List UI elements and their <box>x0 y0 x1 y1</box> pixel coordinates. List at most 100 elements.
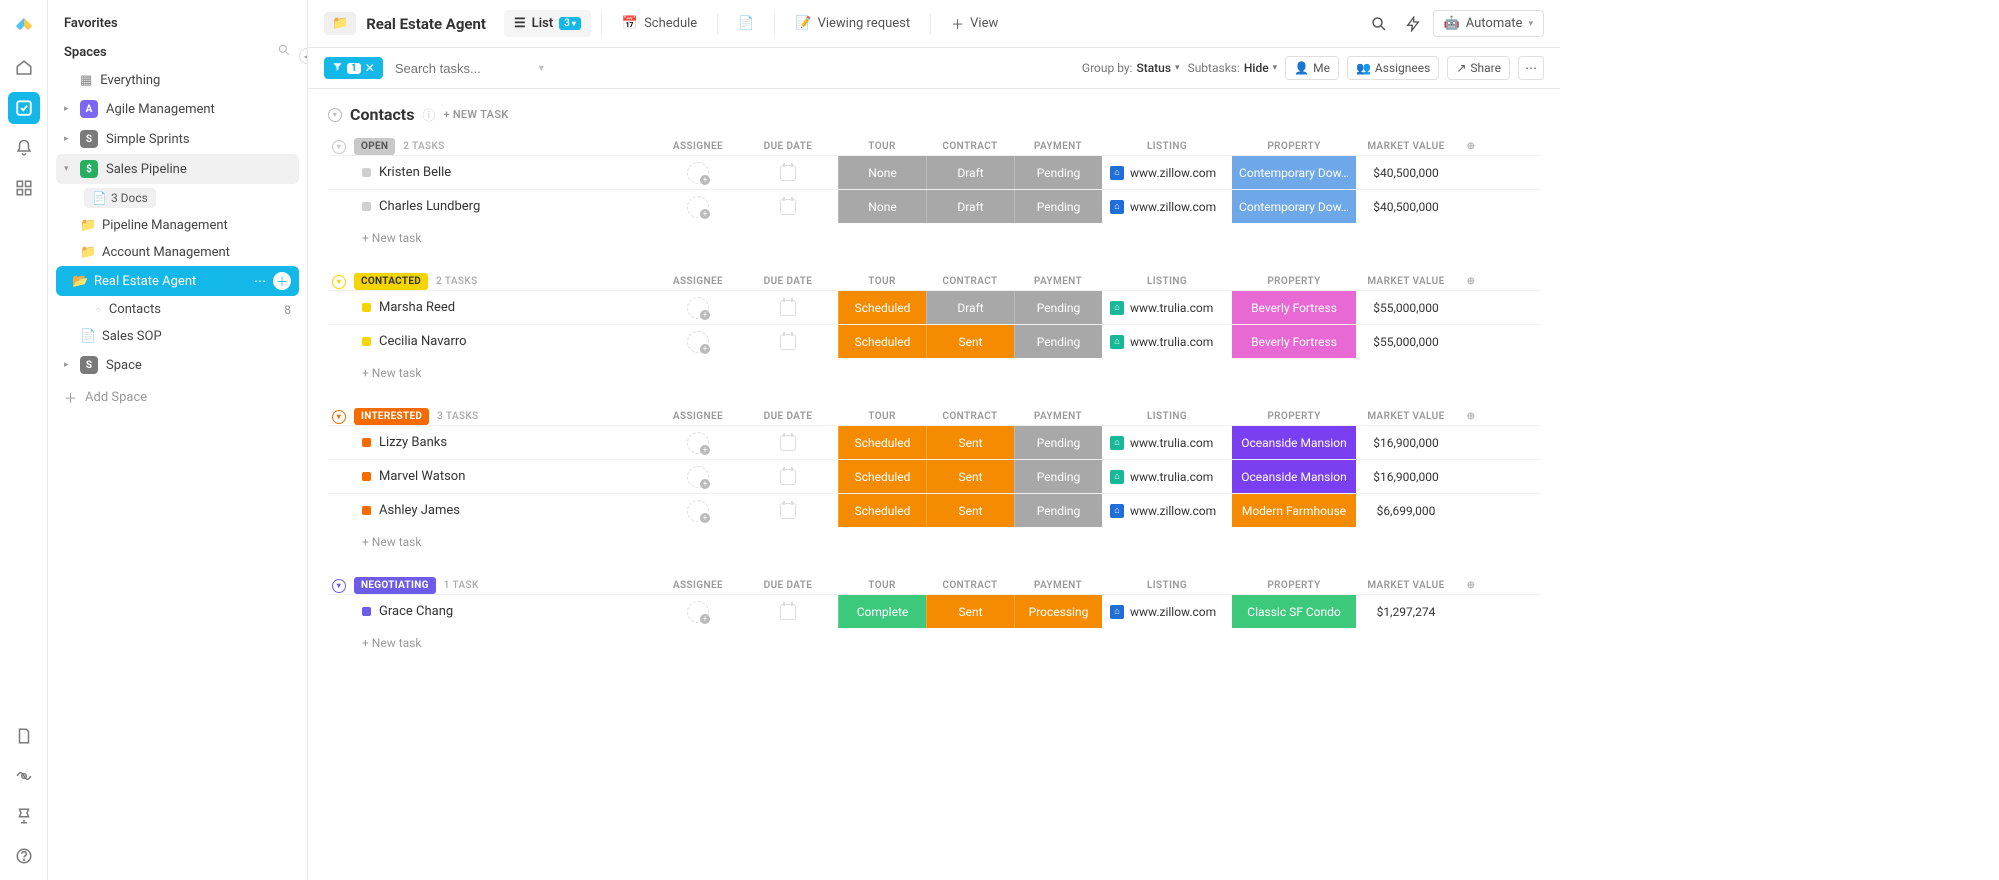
status-dot-icon[interactable] <box>362 337 371 346</box>
contract-cell[interactable]: Sent <box>926 426 1014 459</box>
assignee-placeholder[interactable] <box>687 196 709 218</box>
folder-chip[interactable]: 📁 <box>324 12 356 35</box>
property-cell[interactable]: Contemporary Dow… <box>1232 156 1356 189</box>
sidebar-space-generic[interactable]: ▸ S Space <box>48 350 307 380</box>
collapse-group-icon[interactable]: ▾ <box>332 410 346 424</box>
task-row[interactable]: Kristen Belle None Draft Pending ⌂ www.z… <box>328 155 1540 189</box>
assignee-placeholder[interactable] <box>687 601 709 623</box>
help-icon[interactable] <box>8 840 40 872</box>
add-icon[interactable]: ＋ <box>273 272 291 290</box>
status-dot-icon[interactable] <box>362 303 371 312</box>
due-date-placeholder[interactable] <box>780 604 796 620</box>
add-column-icon[interactable]: ⊕ <box>1456 580 1486 591</box>
tour-cell[interactable]: Complete <box>838 595 926 628</box>
property-cell[interactable]: Oceanside Mansion <box>1232 426 1356 459</box>
property-cell[interactable]: Oceanside Mansion <box>1232 460 1356 493</box>
task-row[interactable]: Cecilia Navarro Scheduled Sent Pending ⌂… <box>328 324 1540 358</box>
value-cell[interactable]: $16,900,000 <box>1356 426 1456 459</box>
bolt-icon[interactable] <box>1399 10 1427 38</box>
due-date-placeholder[interactable] <box>780 334 796 350</box>
task-row[interactable]: Marsha Reed Scheduled Draft Pending ⌂ ww… <box>328 290 1540 324</box>
status-pill[interactable]: NEGOTIATING <box>354 577 436 594</box>
payment-cell[interactable]: Pending <box>1014 494 1102 527</box>
payment-cell[interactable]: Pending <box>1014 190 1102 223</box>
listing-cell[interactable]: ⌂ www.zillow.com <box>1102 156 1232 189</box>
contract-cell[interactable]: Draft <box>926 291 1014 324</box>
dashboards-icon[interactable] <box>8 172 40 204</box>
task-row[interactable]: Lizzy Banks Scheduled Sent Pending ⌂ www… <box>328 425 1540 459</box>
new-task-row[interactable]: + New task <box>328 628 1540 650</box>
favorites-heading[interactable]: Favorites <box>48 10 307 37</box>
tour-cell[interactable]: None <box>838 190 926 223</box>
automate-button[interactable]: 🤖 Automate ▾ <box>1433 10 1544 37</box>
status-dot-icon[interactable] <box>362 506 371 515</box>
search-input[interactable] <box>391 57 531 80</box>
task-row[interactable]: Grace Chang Complete Sent Processing ⌂ w… <box>328 594 1540 628</box>
assignee-placeholder[interactable] <box>687 162 709 184</box>
sidebar-space-agile[interactable]: ▸ A Agile Management <box>48 94 307 124</box>
status-dot-icon[interactable] <box>362 168 371 177</box>
listing-cell[interactable]: ⌂ www.trulia.com <box>1102 325 1232 358</box>
group-by-selector[interactable]: Group by: Status ▾ <box>1082 61 1180 75</box>
docs-icon[interactable] <box>8 720 40 752</box>
payment-cell[interactable]: Pending <box>1014 156 1102 189</box>
contract-cell[interactable]: Sent <box>926 460 1014 493</box>
assignee-placeholder[interactable] <box>687 500 709 522</box>
goals-icon[interactable] <box>8 800 40 832</box>
tour-cell[interactable]: Scheduled <box>838 494 926 527</box>
filter-chip[interactable]: 1 ✕ <box>324 57 383 79</box>
task-row[interactable]: Ashley James Scheduled Sent Pending ⌂ ww… <box>328 493 1540 527</box>
add-space-button[interactable]: ＋ Add Space <box>48 380 307 415</box>
search-icon[interactable] <box>277 43 291 61</box>
tour-cell[interactable]: None <box>838 156 926 189</box>
logo-icon[interactable] <box>8 12 40 44</box>
share-button[interactable]: ↗Share <box>1447 56 1510 80</box>
sidebar-folder-account[interactable]: 📁 Account Management <box>48 239 307 266</box>
sidebar-everything[interactable]: ▦ Everything <box>48 67 307 94</box>
new-task-button[interactable]: + NEW TASK <box>443 108 508 121</box>
view-schedule[interactable]: 📅 Schedule <box>612 10 707 37</box>
status-dot-icon[interactable] <box>362 607 371 616</box>
assignees-button[interactable]: 👥Assignees <box>1347 56 1439 80</box>
notifications-icon[interactable] <box>8 132 40 164</box>
sidebar-folder-pipeline[interactable]: 📁 Pipeline Management <box>48 212 307 239</box>
status-dot-icon[interactable] <box>362 472 371 481</box>
tour-cell[interactable]: Scheduled <box>838 460 926 493</box>
listing-cell[interactable]: ⌂ www.trulia.com <box>1102 426 1232 459</box>
value-cell[interactable]: $40,500,000 <box>1356 190 1456 223</box>
home-icon[interactable] <box>8 52 40 84</box>
collapse-all-icon[interactable]: ▾ <box>328 108 342 122</box>
status-pill[interactable]: INTERESTED <box>354 408 429 425</box>
pulse-icon[interactable] <box>8 760 40 792</box>
assignee-placeholder[interactable] <box>687 432 709 454</box>
assignee-placeholder[interactable] <box>687 331 709 353</box>
value-cell[interactable]: $6,699,000 <box>1356 494 1456 527</box>
payment-cell[interactable]: Pending <box>1014 325 1102 358</box>
due-date-placeholder[interactable] <box>780 300 796 316</box>
search-icon[interactable] <box>1365 10 1393 38</box>
subtasks-selector[interactable]: Subtasks: Hide ▾ <box>1188 61 1278 75</box>
listing-cell[interactable]: ⌂ www.trulia.com <box>1102 460 1232 493</box>
status-pill[interactable]: CONTACTED <box>354 273 428 290</box>
contract-cell[interactable]: Sent <box>926 325 1014 358</box>
due-date-placeholder[interactable] <box>780 503 796 519</box>
status-dot-icon[interactable] <box>362 202 371 211</box>
property-cell[interactable]: Beverly Fortress <box>1232 291 1356 324</box>
sidebar-space-sprint[interactable]: ▸ S Simple Sprints <box>48 124 307 154</box>
property-cell[interactable]: Classic SF Condo <box>1232 595 1356 628</box>
new-task-row[interactable]: + New task <box>328 358 1540 380</box>
me-button[interactable]: 👤Me <box>1285 56 1339 80</box>
collapse-group-icon[interactable]: ▾ <box>332 140 346 154</box>
chevron-down-icon[interactable]: ▾ <box>539 63 544 74</box>
add-column-icon[interactable]: ⊕ <box>1456 276 1486 287</box>
tour-cell[interactable]: Scheduled <box>838 426 926 459</box>
collapse-group-icon[interactable]: ▾ <box>332 579 346 593</box>
task-row[interactable]: Marvel Watson Scheduled Sent Pending ⌂ w… <box>328 459 1540 493</box>
add-column-icon[interactable]: ⊕ <box>1456 141 1486 152</box>
tour-cell[interactable]: Scheduled <box>838 291 926 324</box>
sidebar-space-sales[interactable]: ▾ $ Sales Pipeline <box>56 154 299 184</box>
contract-cell[interactable]: Draft <box>926 190 1014 223</box>
assignee-placeholder[interactable] <box>687 297 709 319</box>
property-cell[interactable]: Modern Farmhouse <box>1232 494 1356 527</box>
property-cell[interactable]: Contemporary Dow… <box>1232 190 1356 223</box>
